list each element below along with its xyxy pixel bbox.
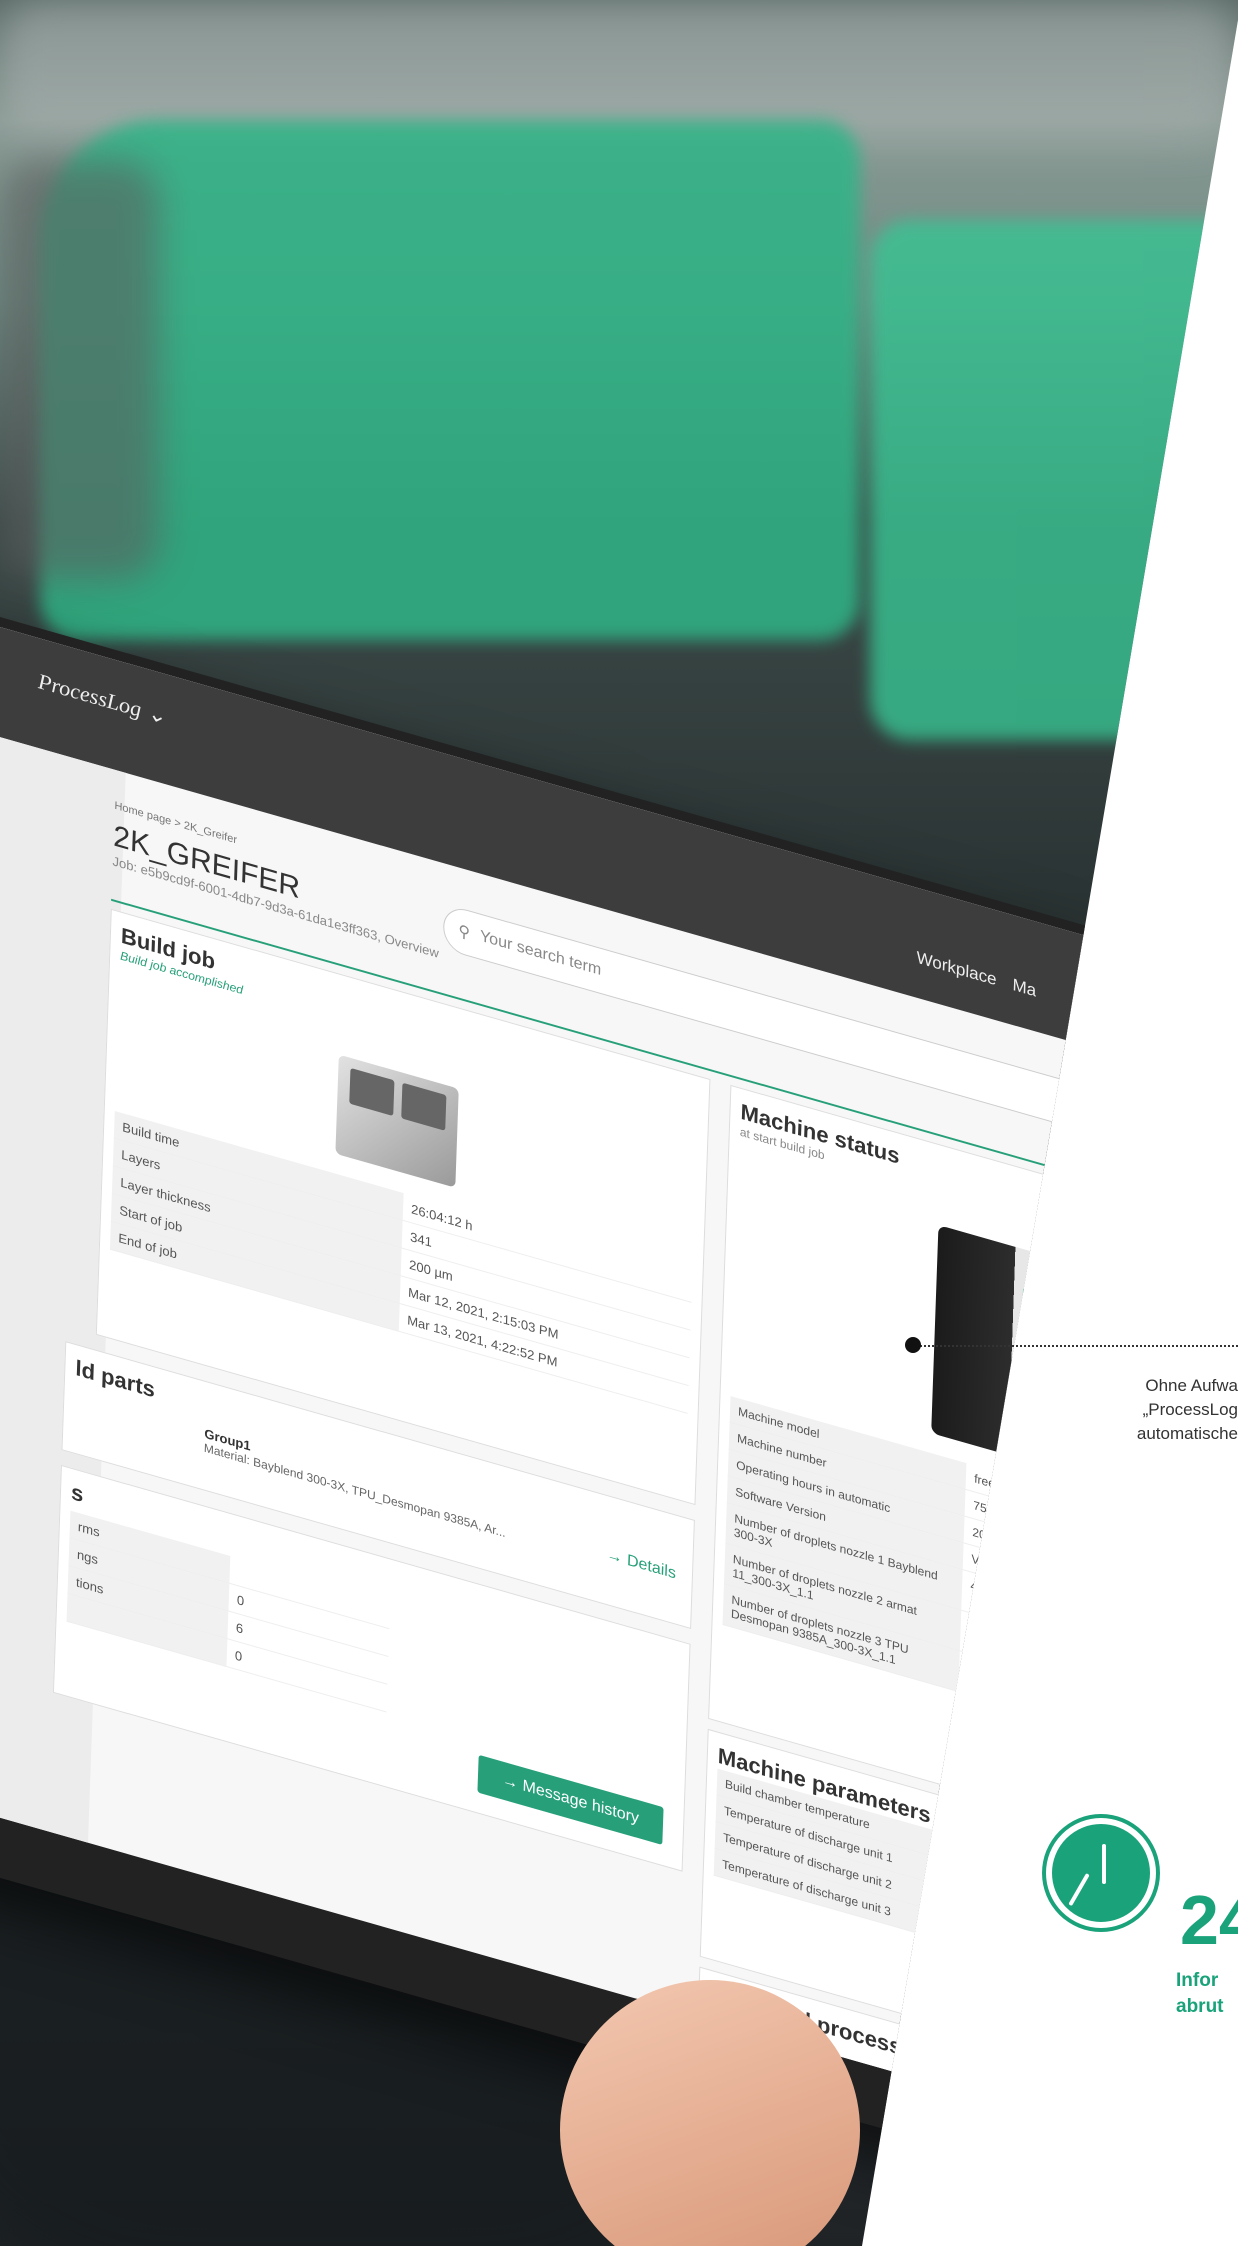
top-nav: Workplace Ma [916,948,1036,1002]
blurred-ceiling [0,0,1238,140]
badge-text: Infor abrut [1176,1968,1224,2020]
callout-note: Ohne Aufwa „ProcessLog automatische [1090,1374,1238,1446]
row-value: 215 °C [970,1921,1133,1995]
machine-status-heading: Machine status [740,1098,900,1169]
badge-line-2: abrut [1176,1996,1224,2017]
machine-status-table: Machine model freeformer 300-3X Machine … [722,1396,1149,1744]
brand-menu[interactable]: ProcessLog ⌄ [38,668,166,730]
row-value: 75013 [964,1489,1148,1569]
note-line-1: Ohne Aufwa [1145,1376,1238,1395]
badge-line-1: Infor [1176,1970,1219,1991]
badge-number: 24 [1180,1881,1238,1959]
machine-image [931,1225,1156,1495]
clock-badge [1046,1818,1156,1928]
callout-dot [905,1337,921,1353]
row-value: freeformer 300-3X [965,1463,1149,1542]
message-history-label: Message history [522,1777,640,1828]
blurred-green-machine [40,120,860,640]
row-value: 46393 x 1000 [958,1651,1142,1744]
note-line-2: „ProcessLog [1142,1400,1238,1419]
callout-line [915,1345,1238,1347]
chevron-down-icon: ⌄ [146,699,166,730]
machine-config-label: Machine c [1032,2012,1106,2050]
row-value: 412252 x 1000 [961,1570,1145,1663]
blurred-green-machine-2 [870,220,1238,740]
machine-status-card: Machine status at start build job Machin… [708,1084,1171,1844]
blurred-person [0,160,160,580]
tablet-screen: ProcessLog ⌄ Workplace Ma Home page > 2K… [0,612,1219,2153]
row-value: V1.300 [962,1543,1146,1622]
note-line-3: automatische [1136,1424,1238,1443]
search-icon: ⚲ [457,922,471,943]
nav-more[interactable]: Ma [1012,975,1036,1002]
clock-icon [1046,1818,1156,1928]
nav-workplace[interactable]: Workplace [916,948,997,991]
arrow-right-icon: → [501,1771,523,1795]
brand-label: ProcessLog [37,668,142,723]
message-history-button[interactable]: → Message history [477,1754,664,1845]
row-value: 315804 x 1000 [960,1610,1144,1704]
arrow-right-icon: → [1011,2006,1033,2030]
machine-config-button[interactable]: → Machine c [987,1989,1131,2068]
row-value: 2038 h [963,1516,1147,1596]
